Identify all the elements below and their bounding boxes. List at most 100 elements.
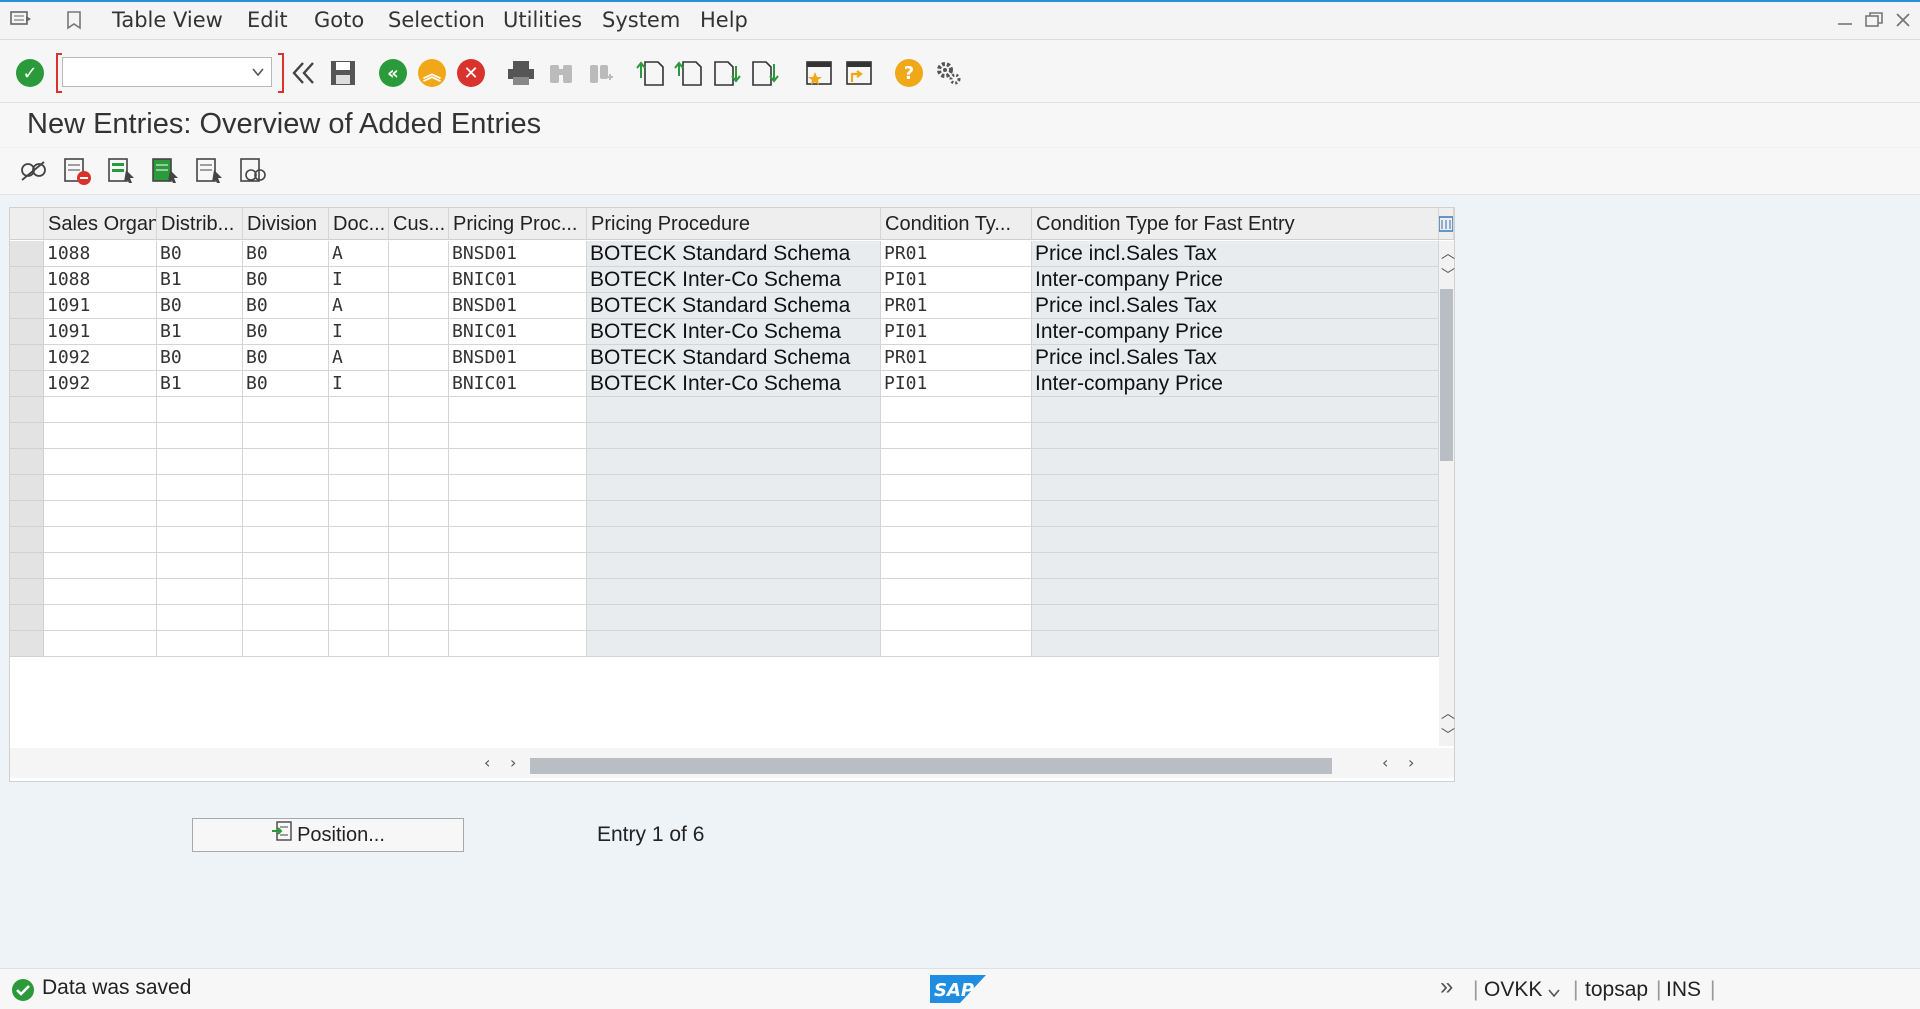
cell-distribution[interactable] (157, 553, 243, 579)
cell-pricing-proc[interactable] (449, 501, 587, 527)
cell-division[interactable]: B0 (243, 345, 329, 371)
status-message[interactable]: Data was saved (42, 976, 191, 1000)
row-selector[interactable] (10, 449, 44, 475)
display-change-icon[interactable] (18, 156, 48, 186)
cell-customer[interactable] (389, 527, 449, 553)
cell-document[interactable] (329, 579, 389, 605)
cell-condition-type[interactable] (881, 475, 1032, 501)
cell-pricing-proc[interactable] (449, 579, 587, 605)
scroll-right-icon[interactable]: › (510, 753, 516, 772)
cell-customer[interactable] (389, 293, 449, 319)
cell-division[interactable]: B0 (243, 371, 329, 397)
cell-pricing-proc[interactable]: BNIC01 (449, 267, 587, 293)
scroll-page-down-icon[interactable]: ﹀ (1441, 725, 1455, 745)
row-selector[interactable] (10, 579, 44, 605)
menu-table-view[interactable]: Table View (112, 8, 223, 32)
cell-condition-type[interactable] (881, 423, 1032, 449)
transaction-code[interactable]: OVKK (1484, 978, 1542, 1002)
cell-distribution[interactable] (157, 449, 243, 475)
cell-customer[interactable] (389, 449, 449, 475)
cell-sales-org[interactable]: 1088 (44, 267, 157, 293)
menu-utilities[interactable]: Utilities (503, 8, 582, 32)
cell-pricing-proc[interactable] (449, 449, 587, 475)
cell-customer[interactable] (389, 475, 449, 501)
cell-document[interactable] (329, 527, 389, 553)
cell-condition-type[interactable]: PR01 (881, 293, 1032, 319)
cell-division[interactable] (243, 631, 329, 657)
cell-distribution[interactable]: B0 (157, 241, 243, 267)
vertical-scroll-thumb[interactable] (1440, 289, 1453, 461)
cell-pricing-proc[interactable] (449, 605, 587, 631)
col-header-sales-org[interactable]: Sales Organ... (44, 208, 157, 240)
row-selector[interactable] (10, 319, 44, 345)
cell-document[interactable] (329, 605, 389, 631)
menu-edit[interactable]: Edit (247, 8, 288, 32)
settings-gear-icon[interactable] (932, 57, 964, 89)
back-button[interactable]: « (377, 57, 409, 89)
chevron-down-icon[interactable] (1547, 984, 1561, 1003)
help-button[interactable]: ? (893, 57, 925, 89)
cell-pricing-proc[interactable] (449, 475, 587, 501)
col-header-division[interactable]: Division (243, 208, 329, 240)
cell-condition-type[interactable]: PI01 (881, 371, 1032, 397)
insert-mode[interactable]: INS (1666, 978, 1701, 1002)
col-header-condition-type[interactable]: Condition Ty... (881, 208, 1032, 240)
previous-page-icon[interactable] (673, 57, 705, 89)
cell-distribution[interactable]: B1 (157, 267, 243, 293)
col-header-distribution[interactable]: Distrib... (157, 208, 243, 240)
cell-customer[interactable] (389, 423, 449, 449)
cell-customer[interactable] (389, 371, 449, 397)
cell-sales-org[interactable] (44, 423, 157, 449)
cell-division[interactable]: B0 (243, 319, 329, 345)
cell-condition-type[interactable] (881, 501, 1032, 527)
cell-document[interactable]: A (329, 293, 389, 319)
cell-division[interactable] (243, 605, 329, 631)
cell-division[interactable] (243, 553, 329, 579)
vertical-scrollbar[interactable]: ︿ ﹀ ︿ ﹀ (1439, 241, 1455, 746)
cell-pricing-proc[interactable]: BNSD01 (449, 293, 587, 319)
menu-goto[interactable]: Goto (314, 8, 364, 32)
position-button[interactable]: Position... (192, 818, 464, 852)
row-selector[interactable] (10, 527, 44, 553)
cell-division[interactable] (243, 527, 329, 553)
row-selector[interactable] (10, 397, 44, 423)
menu-system[interactable]: System (602, 8, 680, 32)
save-icon[interactable] (327, 57, 359, 89)
cell-customer[interactable] (389, 345, 449, 371)
cell-document[interactable]: A (329, 345, 389, 371)
cell-condition-type[interactable]: PR01 (881, 241, 1032, 267)
cell-pricing-proc[interactable] (449, 527, 587, 553)
cell-sales-org[interactable]: 1091 (44, 293, 157, 319)
cell-distribution[interactable] (157, 579, 243, 605)
cell-sales-org[interactable] (44, 631, 157, 657)
row-selector[interactable] (10, 423, 44, 449)
cell-condition-type[interactable]: PI01 (881, 319, 1032, 345)
cell-distribution[interactable] (157, 475, 243, 501)
cell-sales-org[interactable]: 1092 (44, 345, 157, 371)
cell-customer[interactable] (389, 579, 449, 605)
col-header-pricing-proc[interactable]: Pricing Proc... (449, 208, 587, 240)
cancel-button[interactable]: ✕ (455, 57, 487, 89)
cell-pricing-proc[interactable]: BNIC01 (449, 371, 587, 397)
next-page-icon[interactable] (711, 57, 743, 89)
minimize-icon[interactable] (1836, 11, 1854, 32)
exit-button[interactable]: ︽ (416, 57, 448, 89)
close-window-icon[interactable] (1894, 11, 1912, 34)
scroll-right-end-icon[interactable]: › (1408, 753, 1414, 772)
cell-division[interactable] (243, 423, 329, 449)
select-block-icon[interactable] (150, 156, 180, 186)
cell-document[interactable]: I (329, 371, 389, 397)
cell-sales-org[interactable] (44, 475, 157, 501)
deselect-all-icon[interactable] (194, 156, 224, 186)
cell-condition-type[interactable] (881, 397, 1032, 423)
cell-division[interactable] (243, 501, 329, 527)
cell-distribution[interactable] (157, 423, 243, 449)
col-header-document[interactable]: Doc... (329, 208, 389, 240)
col-header-customer[interactable]: Cus... (389, 208, 449, 240)
scroll-left-end-icon[interactable]: ‹ (1382, 753, 1388, 772)
cell-condition-type[interactable] (881, 631, 1032, 657)
cell-document[interactable] (329, 553, 389, 579)
cell-customer[interactable] (389, 397, 449, 423)
cell-condition-type[interactable]: PI01 (881, 267, 1032, 293)
column-settings-icon[interactable] (1439, 208, 1454, 240)
